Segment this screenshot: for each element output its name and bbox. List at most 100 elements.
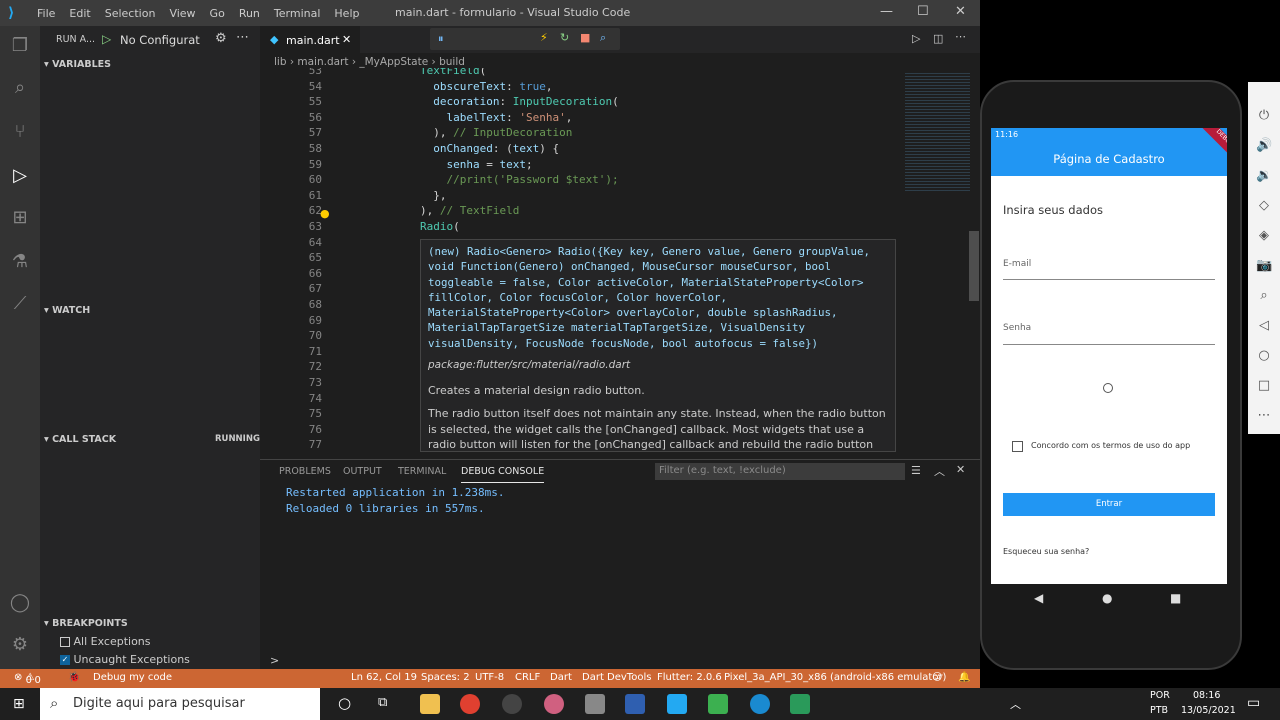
clear-console-icon[interactable]: ☰	[911, 464, 921, 477]
windows-start-icon[interactable]: ⊞	[13, 696, 25, 712]
menu-item[interactable]: Go	[203, 7, 232, 20]
close-panel-icon[interactable]: ✕	[956, 463, 965, 476]
android-recents-icon[interactable]: ■	[1170, 591, 1181, 605]
config-select[interactable]: No Configurat	[120, 33, 200, 47]
feedback-icon[interactable]: ☺	[932, 672, 942, 683]
notification-center-icon[interactable]: ▭	[1247, 695, 1260, 711]
menu-item[interactable]: Selection	[98, 7, 163, 20]
stop-icon[interactable]: ■	[580, 31, 590, 44]
testing-icon[interactable]: ⚗	[8, 250, 32, 274]
menu-item[interactable]: Terminal	[267, 7, 328, 20]
lang-1[interactable]: POR	[1150, 690, 1170, 701]
maximize-icon[interactable]: ☐	[917, 4, 929, 19]
menu-item[interactable]: Help	[327, 7, 366, 20]
debug-config-status[interactable]: Debug my code	[93, 672, 172, 683]
app-icon-6[interactable]	[790, 694, 810, 714]
language-status[interactable]: Dart	[550, 672, 572, 683]
notifications-icon[interactable]: 🔔	[958, 672, 970, 683]
more-options-icon[interactable]: ⋯	[1256, 408, 1272, 424]
forgot-password-link[interactable]: Esqueceu sua senha?	[1003, 547, 1089, 556]
radio-button[interactable]	[1103, 383, 1113, 393]
maximize-panel-icon[interactable]: ︿	[934, 463, 945, 479]
vertical-scrollbar[interactable]	[969, 231, 979, 301]
code-line[interactable]: TextField(	[420, 68, 486, 77]
home-icon[interactable]: ○	[1256, 348, 1272, 364]
code-line[interactable]: decoration: InputDecoration(	[420, 95, 618, 108]
remote-icon[interactable]: ⟋	[8, 292, 32, 316]
app-icon-1[interactable]	[502, 694, 522, 714]
task-view-icon[interactable]: ⧉	[378, 695, 387, 710]
more-icon[interactable]: ⋯	[236, 30, 249, 45]
search-icon[interactable]: ⌕	[8, 76, 32, 100]
split-editor-icon[interactable]: ◫	[933, 32, 943, 45]
volume-down-icon[interactable]: 🔉	[1256, 168, 1272, 184]
account-icon[interactable]: ◯	[8, 591, 32, 615]
tab-output[interactable]: OUTPUT	[343, 466, 382, 477]
code-line[interactable]: ), // TextField	[420, 204, 519, 217]
run-debug-icon[interactable]: ▷	[8, 164, 32, 188]
bp-all-exceptions[interactable]: All Exceptions	[60, 635, 151, 648]
variables-section[interactable]: ▾ VARIABLES	[44, 59, 111, 70]
pause-icon[interactable]: ⏸	[438, 32, 444, 46]
bp-uncaught-exceptions[interactable]: ✓ Uncaught Exceptions	[60, 653, 190, 666]
checkbox-checked[interactable]: ✓	[60, 655, 70, 665]
devtools-status[interactable]: Dart DevTools	[582, 672, 651, 683]
android-back-icon[interactable]: ◀	[1034, 591, 1043, 605]
menu-item[interactable]: Run	[232, 7, 267, 20]
app-icon-2[interactable]	[544, 694, 564, 714]
code-line[interactable]: //print('Password $text');	[420, 173, 618, 186]
vscode-taskbar-icon[interactable]	[667, 694, 687, 714]
settings-gear-icon[interactable]: ⚙	[8, 633, 32, 657]
crumb-lib[interactable]: lib	[274, 56, 287, 68]
clock-time[interactable]: 08:16	[1193, 690, 1220, 701]
watch-section[interactable]: ▾ WATCH	[44, 305, 90, 316]
breakpoints-section[interactable]: ▾ BREAKPOINTS	[44, 618, 128, 629]
file-explorer-icon[interactable]	[420, 694, 440, 714]
console-prompt[interactable]: >	[270, 654, 279, 667]
tray-chevron-icon[interactable]: ︿	[1010, 696, 1021, 712]
code-line[interactable]: },	[420, 189, 446, 202]
code-line[interactable]: labelText: 'Senha',	[420, 111, 573, 124]
menu-item[interactable]: Edit	[62, 7, 97, 20]
lightbulb-icon[interactable]: ●	[320, 207, 330, 220]
checkbox[interactable]	[60, 637, 70, 647]
tab-main-dart[interactable]: ◆ main.dart ✕	[260, 26, 360, 53]
encoding-status[interactable]: UTF-8	[475, 672, 504, 683]
volume-up-icon[interactable]: 🔊	[1256, 138, 1272, 154]
source-control-icon[interactable]: ⑂	[8, 120, 32, 144]
lang-2[interactable]: PTB	[1150, 705, 1168, 716]
terms-checkbox[interactable]	[1012, 441, 1023, 452]
start-debug-icon[interactable]: ▷	[102, 32, 111, 46]
app-icon-3[interactable]	[585, 694, 605, 714]
extensions-icon[interactable]: ⊞	[8, 206, 32, 230]
config-gear-icon[interactable]: ⚙	[215, 31, 227, 46]
run-icon[interactable]: ▷	[912, 32, 920, 45]
close-icon[interactable]: ✕	[955, 4, 966, 19]
rotate-left-icon[interactable]: ◇	[1256, 198, 1272, 214]
minimap[interactable]	[905, 71, 970, 191]
problems-status[interactable]: ⊗ 0 ⚠ 0	[14, 672, 41, 686]
tab-problems[interactable]: PROBLEMS	[279, 466, 331, 477]
chrome-icon[interactable]	[460, 694, 480, 714]
crumb-file[interactable]: main.dart	[297, 56, 348, 68]
tab-terminal[interactable]: TERMINAL	[398, 466, 446, 477]
crumb-class[interactable]: _MyAppState	[359, 56, 428, 68]
code-line[interactable]: Radio(	[420, 220, 460, 233]
code-line[interactable]: ), // InputDecoration	[420, 126, 572, 139]
email-field[interactable]: E-mail	[1003, 256, 1215, 280]
tab-debug-console[interactable]: DEBUG CONSOLE	[461, 466, 545, 483]
clock-date[interactable]: 13/05/2021	[1181, 705, 1236, 716]
overview-icon[interactable]: □	[1256, 378, 1272, 394]
editor-more-icon[interactable]: ⋯	[955, 30, 966, 43]
code-line[interactable]: obscureText: true,	[420, 80, 552, 93]
menu-item[interactable]: View	[162, 7, 202, 20]
menu-item[interactable]: File	[30, 7, 62, 20]
inspect-icon[interactable]: ⌕	[600, 31, 606, 45]
android-home-icon[interactable]: ●	[1102, 591, 1112, 605]
taskbar-search[interactable]: ⌕ Digite aqui para pesquisar	[40, 688, 320, 720]
submit-button[interactable]: Entrar	[1003, 493, 1215, 516]
device-status[interactable]: Pixel_3a_API_30_x86 (android-x86 emulato…	[724, 672, 946, 683]
minimize-icon[interactable]: —	[880, 4, 893, 19]
camera-icon[interactable]: 📷	[1256, 258, 1272, 274]
flutter-version[interactable]: Flutter: 2.0.6	[657, 672, 722, 683]
